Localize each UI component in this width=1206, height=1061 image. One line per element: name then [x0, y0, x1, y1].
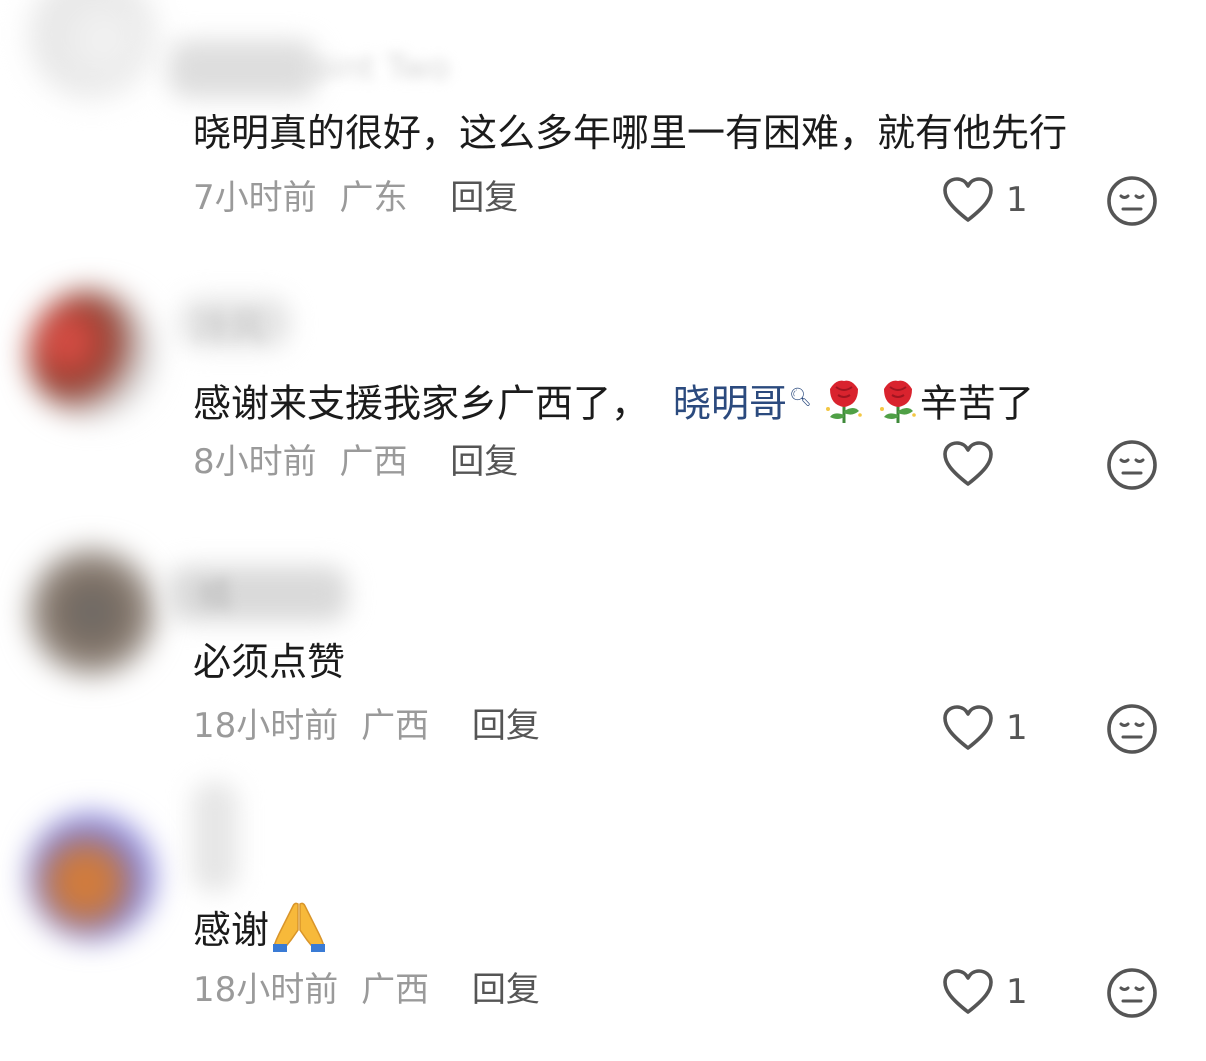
rose-emoji	[876, 375, 920, 438]
comment-time: 7小时前	[193, 178, 317, 218]
like-count: 1	[1006, 972, 1028, 1012]
like-count: 1	[1006, 180, 1028, 220]
comment-location: 广西	[361, 706, 430, 746]
neutral-face-icon	[1106, 439, 1158, 491]
reply-button[interactable]: 回复	[472, 706, 540, 746]
comment-text: 必须点赞	[193, 640, 346, 684]
heart-outline-icon	[942, 704, 994, 752]
like-button[interactable]: 1	[942, 175, 1028, 225]
like-count: 1	[1006, 708, 1028, 748]
comment-username[interactable]: 冷风	[196, 308, 264, 348]
dislike-button[interactable]	[1106, 439, 1158, 491]
comment-text-part: 感谢	[193, 908, 270, 952]
neutral-face-icon	[1106, 175, 1158, 227]
comment-location: 广西	[361, 970, 430, 1010]
comment-text: 感谢来支援我家乡广西了， 晓明哥 🔍︎ 辛苦了	[193, 372, 1034, 438]
neutral-face-icon	[1106, 703, 1158, 755]
comment-location: 广西	[339, 442, 408, 482]
heart-outline-icon	[942, 968, 994, 1016]
comment-list: oint Two 晓明真的很好，这么多年哪里一有困难，就有他先行 7小时前 广东…	[0, 0, 1206, 1061]
dislike-button[interactable]	[1106, 967, 1158, 1019]
avatar[interactable]	[28, 548, 156, 676]
like-button[interactable]: 1	[942, 703, 1028, 753]
comment-time: 18小时前	[193, 970, 339, 1010]
avatar[interactable]	[28, 812, 156, 940]
comment-meta: 18小时前 广西 回复	[193, 704, 540, 748]
reply-button[interactable]: 回复	[450, 178, 518, 218]
comment-username[interactable]: oint Two	[310, 48, 450, 88]
comment-text: 晓明真的很好，这么多年哪里一有困难，就有他先行	[193, 111, 1068, 155]
reply-button[interactable]: 回复	[450, 442, 518, 482]
avatar[interactable]	[28, 0, 156, 98]
comment-location: 广东	[339, 178, 408, 218]
rose-emoji	[822, 375, 866, 438]
comment-meta: 18小时前 广西 回复	[193, 968, 540, 1012]
heart-outline-icon	[942, 176, 994, 224]
mention-link[interactable]: 晓明哥	[673, 382, 787, 426]
reply-button[interactable]: 回复	[472, 970, 540, 1010]
search-icon: 🔍︎	[789, 387, 812, 408]
avatar[interactable]	[28, 290, 156, 418]
like-button[interactable]: 1	[942, 967, 1028, 1017]
comment-time: 18小时前	[193, 706, 339, 746]
comment-meta: 7小时前 广东 回复	[193, 176, 518, 220]
like-button[interactable]	[942, 439, 1006, 489]
comment-username[interactable]: 橘	[198, 576, 232, 616]
comment-meta: 8小时前 广西 回复	[193, 440, 518, 484]
dislike-button[interactable]	[1106, 175, 1158, 227]
heart-outline-icon	[942, 440, 994, 488]
comment-text-part: 辛苦了	[919, 381, 1034, 426]
comment-text: 感谢	[193, 900, 327, 965]
comment-time: 8小时前	[193, 442, 317, 482]
dislike-button[interactable]	[1106, 703, 1158, 755]
folded-hands-emoji	[271, 900, 327, 965]
comment-text-part: 感谢来支援我家乡广西了，	[193, 381, 650, 426]
neutral-face-icon	[1106, 967, 1158, 1019]
